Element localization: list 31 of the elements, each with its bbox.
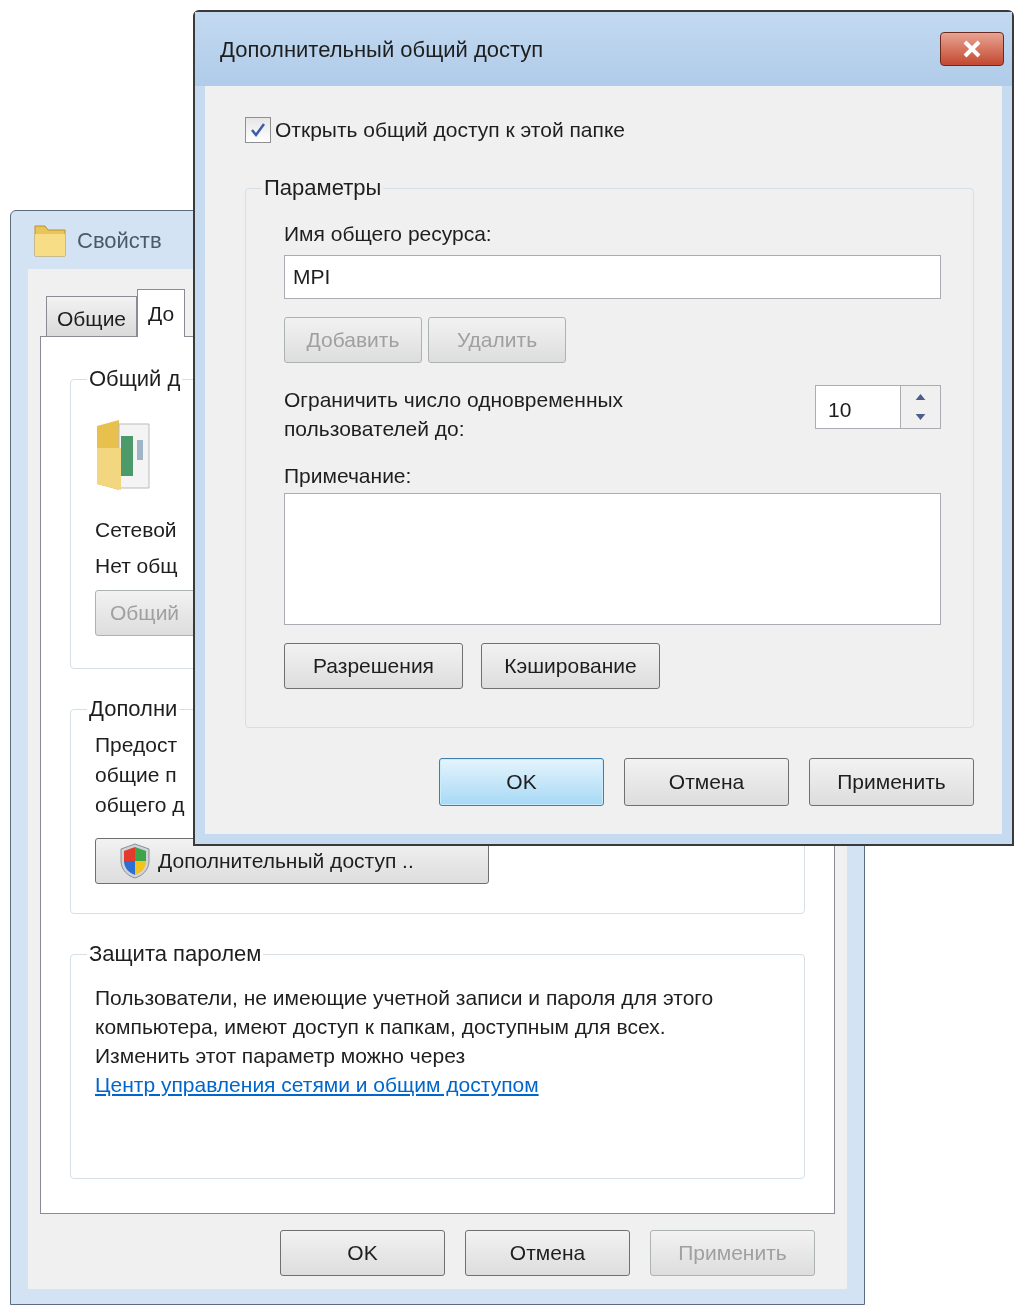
checkbox-label: Открыть общий доступ к этой папке [275, 117, 625, 143]
shield-icon [118, 842, 152, 880]
label: Нет общ [95, 553, 178, 579]
checkbox[interactable] [245, 116, 271, 143]
dialog-button[interactable]: Отмена [624, 757, 789, 806]
dialog-button[interactable]: OK [439, 757, 604, 806]
users-spinner[interactable]: 10 [815, 384, 941, 429]
tab[interactable]: До [137, 289, 186, 337]
window-title: Свойств [77, 226, 162, 255]
label: Предост [95, 732, 178, 758]
description-text: Пользователи, не имеющие учетной записи и пароля для этого компьютера, имеют доступ к папкам, доступным для всех. [95, 985, 715, 1040]
dialog-button[interactable]: Разрешения [284, 642, 463, 689]
comment-field[interactable] [284, 492, 941, 625]
dialog-button[interactable]: Отмена [465, 1230, 630, 1276]
dialog-button[interactable]: Применить [809, 757, 974, 806]
label: Имя общего ресурса: [284, 220, 492, 247]
label: общего д [95, 792, 185, 818]
group-title: Общий д [87, 366, 183, 392]
close-button[interactable] [940, 32, 1004, 66]
dialog-button[interactable]: OK [280, 1230, 445, 1276]
folder-icon [33, 222, 67, 258]
tab[interactable]: Общие [46, 296, 138, 336]
limit-label: Ограничить число одновременных пользователей до: [284, 386, 625, 442]
label: общие п [95, 762, 177, 788]
window-title: Дополнительный общий доступ [220, 35, 544, 64]
share-name-field[interactable]: MPI [284, 254, 941, 299]
network-center-link[interactable]: Центр управления сетями и общим доступом [95, 1073, 539, 1096]
hint-text: Изменить этот параметр можно через Центр управления сетями и общим доступом [95, 1043, 540, 1098]
label: Сетевой [95, 517, 177, 543]
label: Примечание: [284, 462, 412, 489]
dialog-button[interactable]: Кэширование [481, 642, 660, 689]
